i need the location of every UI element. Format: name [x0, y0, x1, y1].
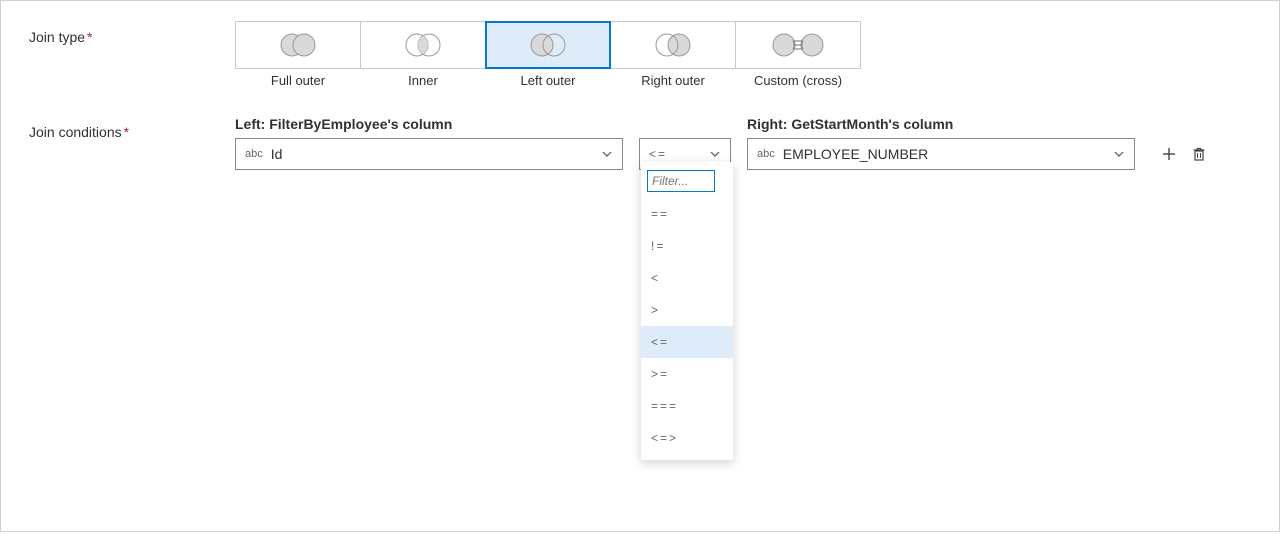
type-tag-abc: abc — [757, 148, 775, 160]
operator-option-lt[interactable]: < — [641, 262, 733, 294]
join-type-inner[interactable] — [360, 21, 486, 69]
join-type-left-outer[interactable] — [485, 21, 611, 69]
delete-condition-button[interactable] — [1189, 144, 1209, 164]
venn-right-icon — [651, 32, 695, 58]
join-type-custom-cross[interactable] — [735, 21, 861, 69]
left-column-select[interactable]: abc Id — [235, 138, 623, 170]
operator-option-gt[interactable]: > — [641, 294, 733, 326]
add-condition-button[interactable] — [1159, 144, 1179, 164]
venn-left-icon — [526, 32, 570, 58]
join-type-label-cross: Custom (cross) — [735, 73, 861, 88]
type-tag-abc: abc — [245, 148, 263, 160]
left-column-value: Id — [271, 146, 601, 162]
trash-icon — [1191, 146, 1207, 162]
operator-option-seq[interactable]: === — [641, 390, 733, 422]
operator-option-lte[interactable]: <= — [641, 326, 733, 358]
join-type-full-outer[interactable] — [235, 21, 361, 69]
operator-option-gte[interactable]: >= — [641, 358, 733, 390]
operator-filter-input[interactable] — [647, 170, 715, 192]
join-type-label-full: Full outer — [235, 73, 361, 88]
join-type-label: Join type* — [29, 21, 235, 45]
join-type-label-left: Left outer — [485, 73, 611, 88]
chevron-down-icon — [601, 148, 613, 160]
venn-cross-icon — [771, 32, 825, 58]
operator-option-nseq[interactable]: <=> — [641, 422, 733, 454]
left-column-header: Left: FilterByEmployee's column — [235, 116, 623, 132]
join-type-tiles — [235, 21, 1251, 69]
right-column-select[interactable]: abc EMPLOYEE_NUMBER — [747, 138, 1135, 170]
right-column-value: EMPLOYEE_NUMBER — [783, 146, 1113, 162]
operator-dropdown-popup: == != < > <= >= === <=> — [641, 162, 733, 460]
join-type-label-inner: Inner — [360, 73, 486, 88]
venn-full-icon — [276, 32, 320, 58]
right-column-header: Right: GetStartMonth's column — [747, 116, 1135, 132]
operator-option-eq[interactable]: == — [641, 198, 733, 230]
chevron-down-icon — [709, 148, 721, 160]
plus-icon — [1161, 146, 1177, 162]
join-type-right-outer[interactable] — [610, 21, 736, 69]
chevron-down-icon — [1113, 148, 1125, 160]
venn-inner-icon — [401, 32, 445, 58]
operator-option-neq[interactable]: != — [641, 230, 733, 262]
operator-value: <= — [649, 147, 709, 161]
join-conditions-label: Join conditions* — [29, 116, 235, 140]
join-type-label-right: Right outer — [610, 73, 736, 88]
